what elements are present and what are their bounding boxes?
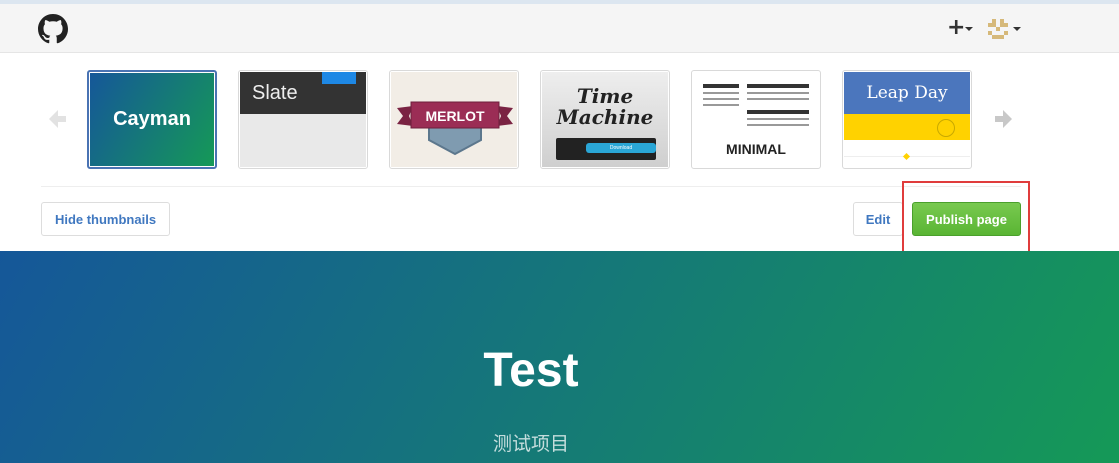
theme-thumbnail-time-machine[interactable]: Time Machine Download bbox=[540, 70, 670, 169]
theme-thumbnail-minimal[interactable]: MINIMAL bbox=[691, 70, 821, 169]
theme-thumbnail-leap-day[interactable]: Leap Day bbox=[842, 70, 972, 169]
leap-day-label: Leap Day bbox=[866, 83, 948, 103]
plus-icon: + bbox=[947, 15, 966, 40]
new-menu-dropdown[interactable]: + bbox=[947, 16, 975, 40]
minimal-line bbox=[747, 98, 809, 100]
theme-thumbnail-slate[interactable]: Slate bbox=[238, 70, 368, 169]
slate-accent bbox=[322, 72, 356, 84]
time-machine-download-button: Download bbox=[586, 143, 656, 153]
minimal-line bbox=[703, 92, 739, 94]
top-navbar: + bbox=[0, 0, 1119, 53]
minimal-label: MINIMAL bbox=[726, 141, 786, 157]
merlot-label: MERLOT bbox=[425, 108, 485, 124]
cayman-preview: Cayman bbox=[90, 73, 214, 166]
project-title: Test bbox=[483, 344, 579, 397]
project-tagline: 测试项目 bbox=[492, 433, 569, 455]
site-preview-header: Test 测试项目 bbox=[0, 251, 1119, 463]
minimal-line bbox=[703, 98, 739, 100]
slate-label: Slate bbox=[252, 82, 298, 104]
github-logo-icon[interactable] bbox=[38, 14, 68, 44]
divider bbox=[41, 186, 1021, 187]
user-menu-dropdown[interactable] bbox=[988, 19, 1024, 39]
minimal-line bbox=[747, 124, 809, 126]
time-machine-label-2: Machine bbox=[556, 105, 654, 129]
time-machine-device: Download bbox=[556, 138, 656, 160]
leap-day-dot bbox=[902, 152, 911, 161]
top-border bbox=[0, 0, 1119, 4]
minimal-line bbox=[747, 92, 809, 94]
edit-button[interactable]: Edit bbox=[853, 202, 903, 236]
minimal-line bbox=[747, 84, 809, 88]
publish-page-button[interactable]: Publish page bbox=[912, 202, 1021, 236]
minimal-line bbox=[747, 110, 809, 114]
minimal-line bbox=[703, 104, 739, 106]
minimal-line bbox=[703, 84, 739, 88]
octocat-icon bbox=[937, 119, 955, 137]
arrow-right-icon[interactable] bbox=[993, 108, 1015, 130]
merlot-badge-icon: MERLOT bbox=[397, 101, 513, 156]
theme-thumbnail-merlot[interactable]: MERLOT bbox=[389, 70, 519, 169]
slate-body bbox=[240, 114, 366, 167]
hide-thumbnails-button[interactable]: Hide thumbnails bbox=[41, 202, 170, 236]
arrow-left-icon[interactable] bbox=[46, 108, 68, 130]
minimal-line bbox=[747, 118, 809, 120]
caret-down-icon bbox=[965, 27, 973, 31]
caret-down-icon bbox=[1013, 27, 1021, 31]
avatar-identicon-icon bbox=[988, 19, 1008, 39]
theme-thumbnail-cayman[interactable]: Cayman bbox=[87, 70, 217, 169]
